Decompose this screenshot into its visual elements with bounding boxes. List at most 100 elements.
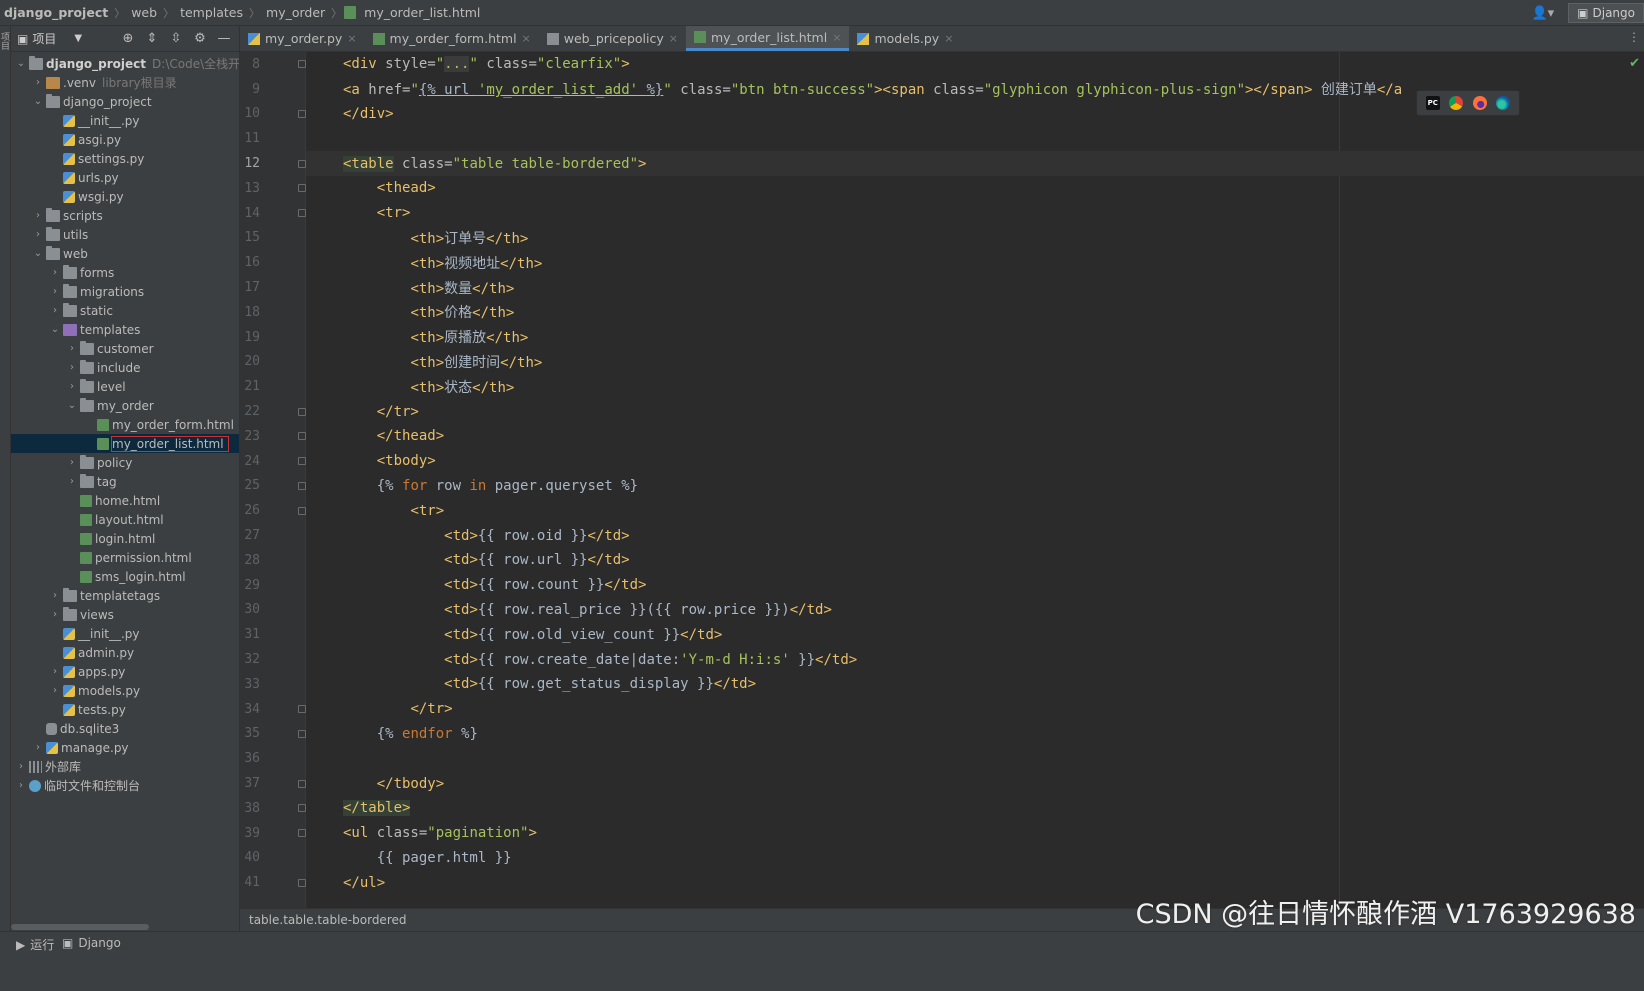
tree-item[interactable]: __init__.py (11, 624, 239, 643)
code-line[interactable]: 25 {% for row in pager.queryset %} (244, 474, 1644, 499)
chevron-right-icon[interactable]: › (32, 77, 44, 88)
tree-item[interactable]: › .venv library根目录 (11, 73, 239, 92)
line-number[interactable]: 21 (240, 379, 260, 394)
tree-item[interactable]: › static (11, 301, 239, 320)
tree-item[interactable]: › templatetags (11, 586, 239, 605)
code-line[interactable]: 11 (244, 126, 1644, 151)
line-number[interactable]: 41 (240, 875, 260, 890)
fold-marker-icon[interactable] (298, 779, 306, 788)
line-number[interactable]: 27 (240, 528, 260, 543)
code-line[interactable]: 14 <tr> (244, 201, 1644, 226)
chevron-right-icon[interactable]: › (49, 286, 61, 297)
tree-item[interactable]: ⌄ my_order (11, 396, 239, 415)
line-number[interactable]: 33 (240, 677, 260, 692)
code-line[interactable]: 8 <div style="..." class="clearfix"> (252, 52, 1644, 77)
line-number[interactable]: 14 (240, 206, 260, 221)
tree-item[interactable]: sms_login.html (11, 567, 239, 586)
inspection-ok-icon[interactable]: ✔ (1629, 56, 1640, 71)
editor-tab[interactable]: web_pricepolicy × (539, 26, 686, 51)
line-number[interactable]: 19 (240, 330, 260, 345)
chevron-right-icon[interactable]: › (49, 666, 61, 677)
close-icon[interactable]: × (669, 32, 678, 45)
chevron-right-icon[interactable]: › (66, 457, 78, 468)
code-line[interactable]: 37 </tbody> (244, 771, 1644, 796)
line-number[interactable]: 39 (240, 826, 260, 841)
fold-marker-icon[interactable] (298, 109, 306, 118)
chevron-right-icon[interactable]: › (49, 609, 61, 620)
tree-item[interactable]: › apps.py (11, 662, 239, 681)
code-line[interactable]: 15 <th>订单号</th> (244, 226, 1644, 251)
more-tabs-icon[interactable]: ⋮ (1628, 30, 1640, 44)
tree-item[interactable]: › models.py (11, 681, 239, 700)
code-line[interactable]: 33 <td>{{ row.get_status_display }}</td> (244, 672, 1644, 697)
breadcrumb-item[interactable]: templates (176, 0, 247, 26)
chevron-down-icon[interactable]: ⌄ (32, 248, 44, 259)
hide-icon[interactable]: — (215, 31, 233, 46)
tree-item[interactable]: tests.py (11, 700, 239, 719)
fold-marker-icon[interactable] (298, 432, 306, 441)
fold-marker-icon[interactable] (298, 878, 306, 887)
fold-marker-icon[interactable] (298, 481, 306, 490)
chevron-right-icon[interactable]: › (49, 267, 61, 278)
tree-item[interactable]: __init__.py (11, 111, 239, 130)
breadcrumb-item[interactable]: django_project (0, 0, 112, 26)
line-number[interactable]: 24 (240, 454, 260, 469)
code-line[interactable]: 40 {{ pager.html }} (244, 846, 1644, 871)
code-line[interactable]: 30 <td>{{ row.real_price }}({{ row.price… (244, 598, 1644, 623)
tree-item[interactable]: › 外部库 (11, 757, 239, 776)
tree-item[interactable]: › scripts (11, 206, 239, 225)
tree-item[interactable]: › include (11, 358, 239, 377)
tree-item[interactable]: › customer (11, 339, 239, 358)
chevron-right-icon[interactable]: › (49, 590, 61, 601)
tree-item[interactable]: ⌄ django_project D:\Code\全栈开发 (11, 54, 239, 73)
code-line[interactable]: 35 {% endfor %} (244, 722, 1644, 747)
line-number[interactable]: 40 (240, 850, 260, 865)
fold-marker-icon[interactable] (298, 209, 306, 218)
line-number[interactable]: 17 (240, 280, 260, 295)
line-number[interactable]: 15 (240, 230, 260, 245)
run-configuration-select[interactable]: ▣ Django (1568, 3, 1644, 23)
tree-item[interactable]: › tag (11, 472, 239, 491)
edge-icon[interactable] (1496, 96, 1511, 110)
breadcrumb-item[interactable]: my_order (262, 0, 329, 26)
line-number[interactable]: 8 (240, 57, 260, 72)
code-line[interactable]: 34 </tr> (244, 697, 1644, 722)
close-icon[interactable]: × (522, 32, 531, 45)
line-number[interactable]: 16 (240, 255, 260, 270)
breadcrumb-item[interactable]: web (127, 0, 161, 26)
line-number[interactable]: 11 (240, 131, 260, 146)
code-line[interactable]: 27 <td>{{ row.oid }}</td> (244, 523, 1644, 548)
close-icon[interactable]: × (832, 31, 841, 44)
tree-item[interactable]: ⌄ templates (11, 320, 239, 339)
chevron-right-icon[interactable]: › (32, 229, 44, 240)
collapse-all-icon[interactable]: ⇳ (167, 31, 185, 46)
fold-marker-icon[interactable] (298, 705, 306, 714)
chevron-right-icon[interactable]: › (15, 761, 27, 772)
fold-marker-icon[interactable] (298, 804, 306, 813)
tree-item[interactable]: permission.html (11, 548, 239, 567)
code-line[interactable]: 18 <th>价格</th> (244, 300, 1644, 325)
fold-marker-icon[interactable] (298, 407, 306, 416)
tree-item[interactable]: settings.py (11, 149, 239, 168)
line-number[interactable]: 37 (240, 776, 260, 791)
editor-tab[interactable]: models.py × (849, 26, 961, 51)
editor-tab[interactable]: my_order_form.html × (365, 26, 539, 51)
line-number[interactable]: 36 (240, 751, 260, 766)
firefox-icon[interactable] (1472, 96, 1487, 110)
code-line[interactable]: 32 <td>{{ row.create_date|date:'Y-m-d H:… (244, 647, 1644, 672)
tree-item[interactable]: home.html (11, 491, 239, 510)
breadcrumb-item[interactable]: my_order_list.html (360, 0, 484, 26)
code-line[interactable]: 13 <thead> (244, 176, 1644, 201)
chevron-right-icon[interactable]: › (66, 476, 78, 487)
chevron-right-icon[interactable]: › (49, 685, 61, 696)
tree-item[interactable]: › utils (11, 225, 239, 244)
line-number[interactable]: 22 (240, 404, 260, 419)
tree-item[interactable]: wsgi.py (11, 187, 239, 206)
code-line[interactable]: 39 <ul class="pagination"> (244, 821, 1644, 846)
tree-item[interactable]: › manage.py (11, 738, 239, 757)
close-icon[interactable]: × (944, 32, 953, 45)
line-number[interactable]: 35 (240, 726, 260, 741)
line-number[interactable]: 32 (240, 652, 260, 667)
code-lines[interactable]: 8 <div style="..." class="clearfix"> 9 <a h… (244, 52, 1644, 895)
code-line[interactable]: 36 (244, 746, 1644, 771)
